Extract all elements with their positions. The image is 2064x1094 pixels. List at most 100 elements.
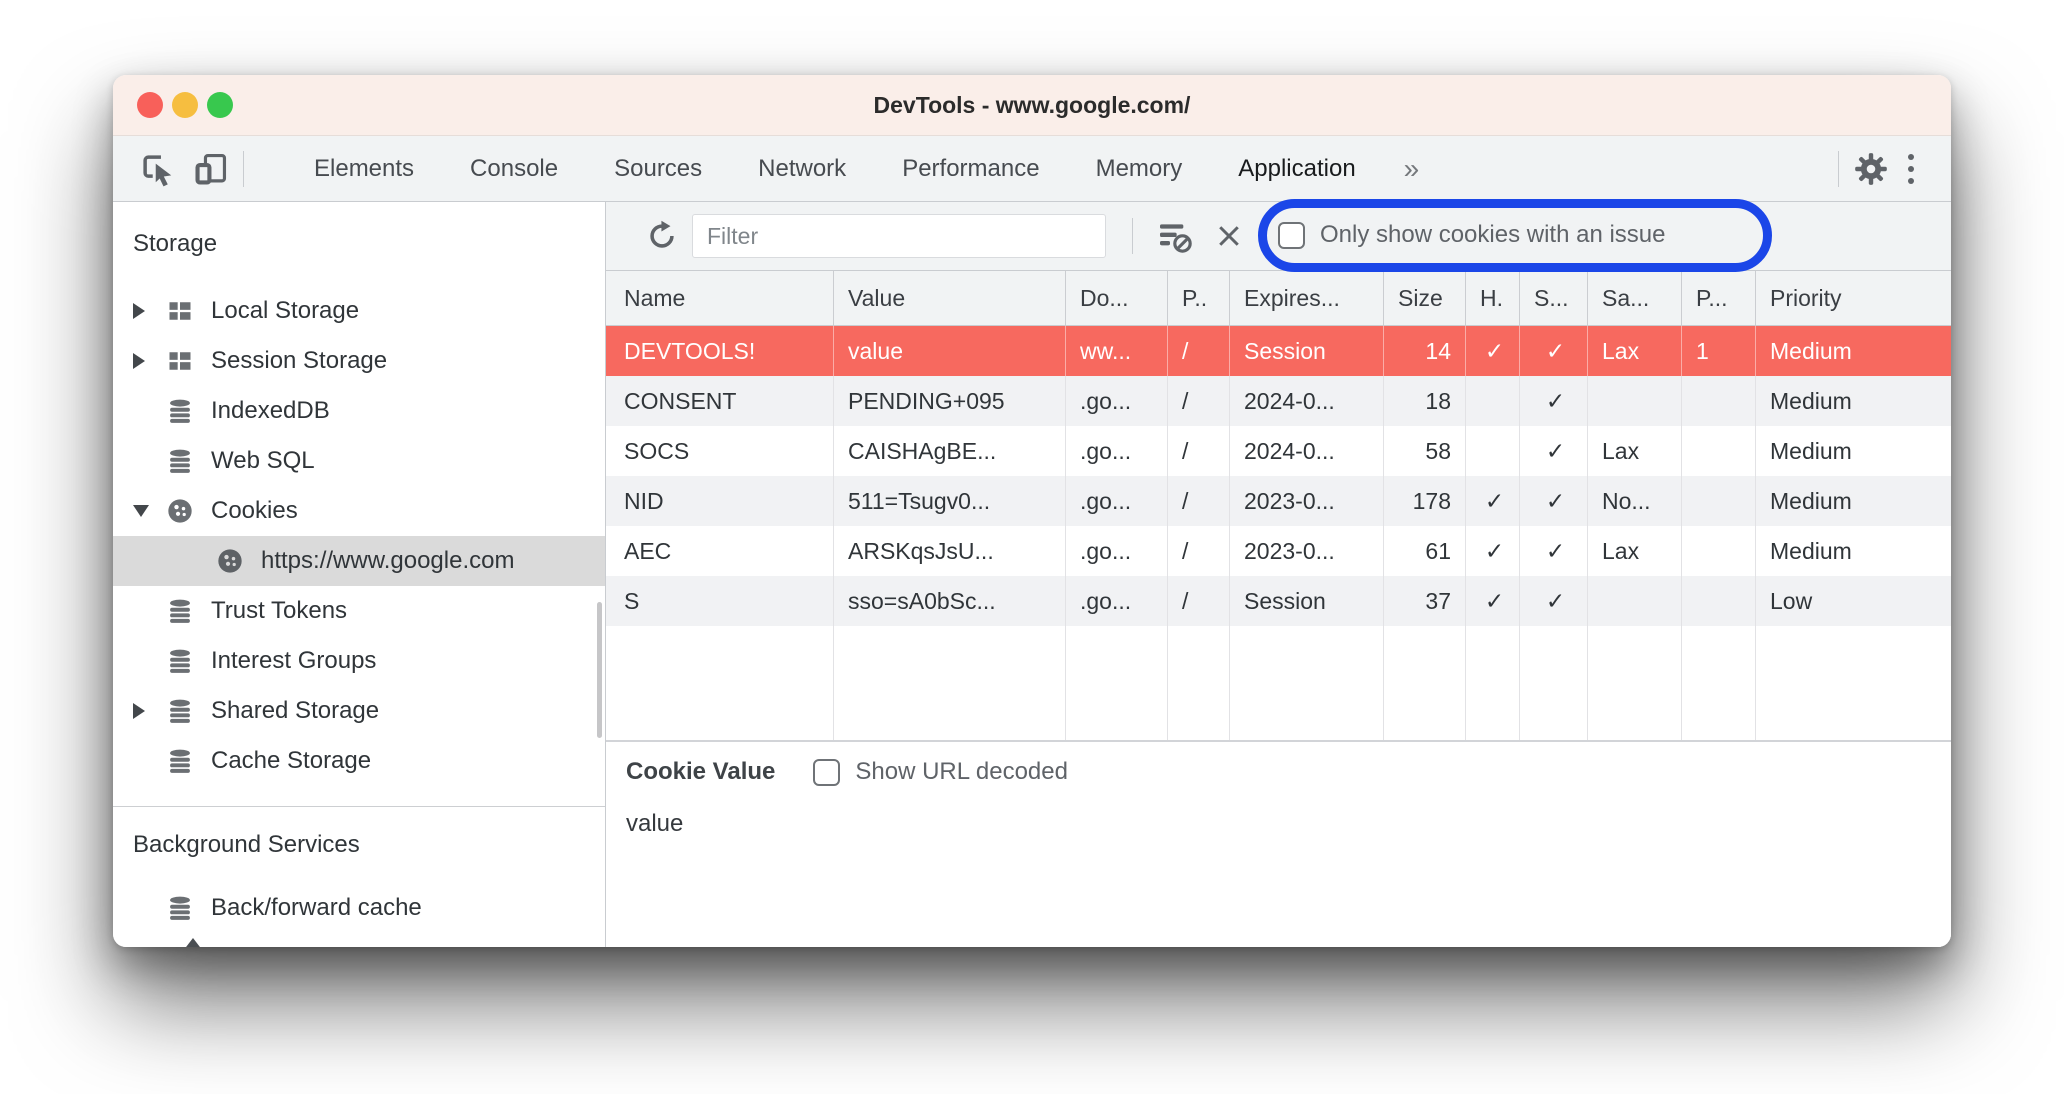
- separator: [243, 150, 244, 187]
- cell-size: 18: [1384, 376, 1466, 426]
- column-header-samesite[interactable]: Sa...: [1588, 271, 1682, 325]
- window-title: DevTools - www.google.com/: [873, 91, 1191, 118]
- cell-priority: Medium: [1770, 537, 1852, 564]
- sidebar-scrollbar[interactable]: [597, 602, 602, 738]
- column-header-value[interactable]: Value: [834, 271, 1066, 325]
- cell-secure-check: ✓: [1520, 476, 1588, 526]
- clear-filter-icon[interactable]: [1153, 214, 1197, 258]
- cell-name: NID: [606, 476, 834, 526]
- sidebar-item-web-sql[interactable]: Web SQL: [113, 436, 605, 486]
- table-row[interactable]: S sso=sA0bSc... .go... / Session 37 ✓ ✓ …: [606, 576, 1951, 626]
- cell-httponly-check: ✓: [1466, 526, 1520, 576]
- cell-value: PENDING+095: [834, 376, 1066, 426]
- cell-size: 37: [1384, 576, 1466, 626]
- cell-name: AEC: [606, 526, 834, 576]
- more-options-kebab-icon[interactable]: [1891, 153, 1931, 184]
- sidebar-item-label: Web SQL: [211, 447, 315, 474]
- sidebar-item-label: Trust Tokens: [211, 597, 348, 624]
- database-icon: [165, 893, 195, 923]
- only-issue-checkbox[interactable]: [1278, 221, 1305, 249]
- cell-partition: [1682, 476, 1756, 526]
- cookie-value-preview: Cookie Value Show URL decoded value: [606, 740, 1951, 947]
- cell-name: DEVTOOLS!: [606, 326, 834, 376]
- tab-sources[interactable]: Sources: [586, 136, 730, 201]
- cell-size: 58: [1384, 426, 1466, 476]
- cell-domain: .go...: [1066, 376, 1168, 426]
- column-header-expires[interactable]: Expires...: [1230, 271, 1384, 325]
- sidebar-item-interest-groups[interactable]: Interest Groups: [113, 636, 605, 686]
- chevron-right-icon[interactable]: [133, 303, 145, 319]
- cell-expires: 2024-0...: [1230, 376, 1384, 426]
- table-row[interactable]: AEC ARSKqsJsU... .go... / 2023-0... 61 ✓…: [606, 526, 1951, 576]
- cell-expires: Session: [1230, 326, 1384, 376]
- filter-input[interactable]: [692, 214, 1106, 258]
- sidebar-item-session-storage[interactable]: Session Storage: [113, 336, 605, 386]
- more-tabs-chevron-icon[interactable]: »: [1384, 153, 1440, 185]
- sidebar-item-cache-storage[interactable]: Cache Storage: [113, 736, 605, 786]
- tab-network[interactable]: Network: [730, 136, 874, 201]
- table-row[interactable]: DEVTOOLS! value ww... / Session 14 ✓ ✓ L…: [606, 326, 1951, 376]
- delete-x-icon[interactable]: [1207, 214, 1251, 258]
- sidebar-item-label: IndexedDB: [211, 397, 330, 424]
- cell-size: 61: [1384, 526, 1466, 576]
- cell-name: S: [606, 576, 834, 626]
- cookies-toolbar: Only show cookies with an issue: [606, 199, 1951, 272]
- cell-path: /: [1168, 476, 1230, 526]
- devtools-window: DevTools - www.google.com/ Elements Cons…: [113, 75, 1951, 947]
- tab-elements[interactable]: Elements: [286, 136, 442, 201]
- tab-memory[interactable]: Memory: [1068, 136, 1211, 201]
- column-header-partition[interactable]: P...: [1682, 271, 1756, 325]
- sidebar-item-indexeddb[interactable]: IndexedDB: [113, 386, 605, 436]
- cell-partition: [1682, 426, 1756, 476]
- cell-httponly-check: ✓: [1466, 576, 1520, 626]
- cell-size: 14: [1384, 326, 1466, 376]
- column-header-secure[interactable]: S...: [1520, 271, 1588, 325]
- column-header-path[interactable]: P..: [1168, 271, 1230, 325]
- cell-value: CAISHAgBE...: [834, 426, 1066, 476]
- sidebar-item-label: Local Storage: [211, 297, 360, 324]
- zoom-button[interactable]: [207, 92, 233, 118]
- cell-samesite: Lax: [1588, 426, 1682, 476]
- only-issue-checkbox-label: Only show cookies with an issue: [1320, 221, 1666, 248]
- chevron-down-icon[interactable]: [133, 505, 149, 517]
- sidebar-item-label: Shared Storage: [211, 697, 380, 724]
- close-button[interactable]: [137, 92, 163, 118]
- cell-value: value: [834, 326, 1066, 376]
- column-header-size[interactable]: Size: [1384, 271, 1466, 325]
- sidebar-item-label: Cookies: [211, 497, 298, 524]
- refresh-icon[interactable]: [644, 218, 680, 254]
- column-header-priority[interactable]: Priority: [1756, 271, 1951, 325]
- sidebar-item-cookies[interactable]: Cookies: [113, 486, 605, 536]
- sidebar-item-trust-tokens[interactable]: Trust Tokens: [113, 586, 605, 636]
- clipped-expand-icon: [183, 938, 203, 947]
- inspect-element-icon[interactable]: [137, 149, 177, 189]
- sidebar-item-cookie-origin[interactable]: https://www.google.com: [113, 536, 605, 586]
- tab-console[interactable]: Console: [442, 136, 586, 201]
- tab-performance[interactable]: Performance: [874, 136, 1067, 201]
- cell-expires: 2024-0...: [1230, 426, 1384, 476]
- column-header-name[interactable]: Name: [606, 271, 834, 325]
- sidebar-item-back-forward-cache[interactable]: Back/forward cache: [113, 883, 605, 933]
- traffic-lights: [137, 75, 233, 135]
- panel-tabs: Elements Console Sources Network Perform…: [286, 136, 1439, 201]
- table-row[interactable]: SOCS CAISHAgBE... .go... / 2024-0... 58 …: [606, 426, 1951, 476]
- cell-domain: .go...: [1066, 526, 1168, 576]
- window-titlebar[interactable]: DevTools - www.google.com/: [113, 75, 1951, 136]
- chevron-right-icon[interactable]: [133, 703, 145, 719]
- column-header-domain[interactable]: Do...: [1066, 271, 1168, 325]
- minimize-button[interactable]: [172, 92, 198, 118]
- table-row[interactable]: CONSENT PENDING+095 .go... / 2024-0... 1…: [606, 376, 1951, 426]
- database-icon: [165, 596, 195, 626]
- cell-partition: [1682, 376, 1756, 426]
- tab-application[interactable]: Application: [1210, 136, 1383, 201]
- sidebar-item-shared-storage[interactable]: Shared Storage: [113, 686, 605, 736]
- chevron-right-icon[interactable]: [133, 353, 145, 369]
- show-url-decoded-checkbox[interactable]: [813, 758, 841, 786]
- cell-value: 511=Tsugv0...: [834, 476, 1066, 526]
- device-toolbar-icon[interactable]: [191, 149, 231, 189]
- settings-gear-icon[interactable]: [1851, 149, 1891, 189]
- column-header-httponly[interactable]: H.: [1466, 271, 1520, 325]
- table-row[interactable]: NID 511=Tsugv0... .go... / 2023-0... 178…: [606, 476, 1951, 526]
- table-icon: [165, 346, 195, 376]
- sidebar-item-local-storage[interactable]: Local Storage: [113, 286, 605, 336]
